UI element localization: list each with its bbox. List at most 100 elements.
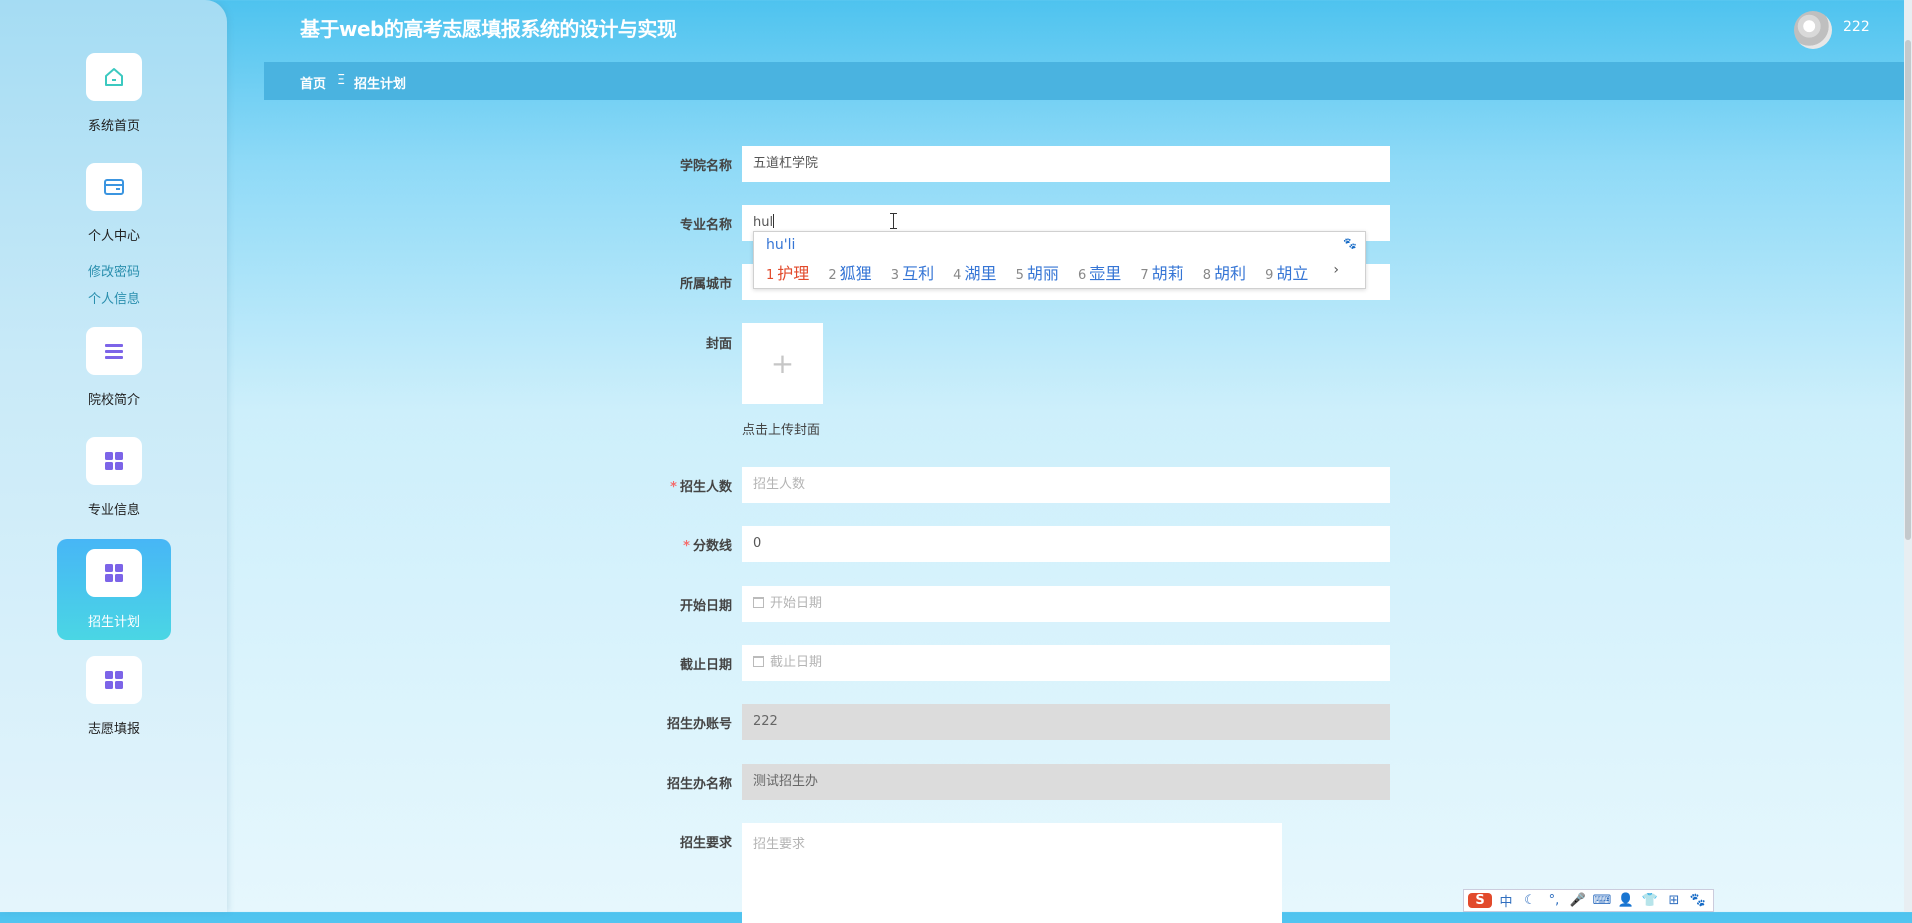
home-icon [86,53,142,101]
breadcrumb: 首页 Ξ 招生计划 [264,62,1904,100]
start-date-input[interactable]: 开始日期 [742,586,1390,622]
score-line-label: * 分数线 [612,535,732,554]
breadcrumb-current: 招生计划 [354,77,407,92]
skin-icon[interactable]: 👕 [1640,893,1660,908]
required-mark: * [670,480,677,495]
candidate-text: 湖里 [964,264,997,283]
candidate-text: 胡丽 [1026,264,1059,283]
wallet-icon [86,163,142,211]
ime-composition: hu'li [766,237,796,253]
ime-candidate[interactable]: 7 胡莉 [1140,264,1183,283]
end-date-placeholder: 截止日期 [770,655,823,670]
candidate-text: 胡莉 [1151,264,1184,283]
sidebar-item-label: 专业信息 [87,503,140,518]
grid-icon [86,437,142,485]
sogou-logo-icon[interactable]: S [1468,893,1492,908]
candidate-number: 3 [890,268,900,283]
ime-candidate[interactable]: 3 互利 [891,264,934,283]
ime-logo-icon: 🐾 [1343,237,1357,250]
grid-icon [86,549,142,597]
sidebar-link-change-password[interactable]: 修改密码 [57,261,171,280]
enroll-count-label: * 招生人数 [612,476,732,495]
candidate-number: 8 [1202,268,1212,283]
ime-candidate[interactable]: 4 湖里 [953,264,996,283]
start-date-placeholder: 开始日期 [770,596,823,611]
sidebar-item-label: 志愿填报 [87,722,140,737]
ime-next-page-button[interactable]: › [1333,262,1339,278]
chinese-mode-button[interactable]: 中 [1496,891,1516,910]
enroll-count-input[interactable]: 招生人数 [742,467,1390,503]
scrollbar-thumb[interactable] [1905,40,1911,540]
calendar-icon [753,656,764,667]
requirements-label: 招生要求 [679,836,732,851]
sidebar-item-label: 个人中心 [87,229,140,244]
candidate-number: 5 [1015,268,1024,283]
city-label: 所属城市 [679,277,732,292]
ime-candidate[interactable]: 2 狐狸 [828,264,871,283]
enroll-count-placeholder: 招生人数 [753,477,806,492]
mascot-icon[interactable]: 🐾 [1688,893,1708,908]
grid-icon [86,656,142,704]
candidate-number: 7 [1140,268,1149,283]
ime-candidate-list: 1 护理 2 狐狸 3 互利 4 湖里 5 胡丽 6 壶里 7 胡莉 8 胡利 9 胡立 [766,260,1322,284]
cover-upload[interactable]: + [742,323,823,404]
ime-candidate[interactable]: 1 护理 [766,264,809,283]
cover-upload-hint: 点击上传封面 [742,423,821,438]
sidebar-item-application[interactable]: 志愿填报 [57,656,171,737]
candidate-text: 互利 [902,264,935,283]
ime-candidate-window: hu'li 🐾 1 护理 2 狐狸 3 互利 4 湖里 5 胡丽 6 壶里 7 胡莉 8 胡利 … [753,231,1366,289]
enroll-count-label-text: 招生人数 [679,480,732,495]
office-name-input: 测试招生办 [742,764,1390,800]
text-cursor-icon [890,213,897,229]
breadcrumb-separator: Ξ [337,73,346,88]
office-name-label: 招生办名称 [666,777,732,792]
candidate-number: 4 [953,268,962,283]
requirements-textarea[interactable]: 招生要求 [742,823,1282,923]
office-account-label: 招生办账号 [666,717,732,732]
list-icon [86,327,142,375]
ime-candidate[interactable]: 6 壶里 [1078,264,1121,283]
candidate-number: 6 [1077,268,1087,283]
user-icon[interactable]: 👤 [1616,893,1636,908]
sidebar-item-label: 招生计划 [87,615,140,630]
requirements-placeholder: 招生要求 [753,837,806,852]
score-line-label-text: 分数线 [692,539,732,554]
office-account-input: 222 [742,704,1390,740]
keyboard-icon[interactable]: ⌨ [1592,893,1612,908]
score-line-input[interactable]: 0 [742,526,1390,562]
avatar[interactable] [1794,11,1832,49]
ime-candidate[interactable]: 5 胡丽 [1016,264,1059,283]
sidebar-item-major-info[interactable]: 专业信息 [57,437,171,518]
candidate-text: 胡利 [1214,264,1247,283]
sidebar-item-enrollment-plan[interactable]: 招生计划 [57,539,171,640]
candidate-number: 2 [828,268,837,283]
toolbox-icon[interactable]: ⊞ [1664,893,1684,908]
punctuation-icon[interactable]: °, [1544,893,1564,908]
username[interactable]: 222 [1843,19,1870,35]
moon-icon[interactable]: ☾ [1520,893,1540,908]
sidebar-item-label: 系统首页 [87,119,140,134]
breadcrumb-home[interactable]: 首页 [300,73,326,92]
microphone-icon[interactable]: 🎤 [1568,893,1588,908]
end-date-label: 截止日期 [679,658,732,673]
sidebar-item-home[interactable]: 系统首页 [57,53,171,134]
ime-toolbar: S 中 ☾ °, 🎤 ⌨ 👤 👕 ⊞ 🐾 [1463,889,1714,912]
candidate-text: 护理 [777,264,810,283]
sidebar-link-personal-info[interactable]: 个人信息 [57,288,171,307]
college-name-input[interactable]: 五道杠学院 [742,146,1390,182]
major-name-value: hul [753,215,774,230]
calendar-icon [753,597,764,608]
candidate-text: 胡立 [1276,264,1309,283]
sidebar-item-label: 院校简介 [87,393,140,408]
required-mark: * [683,539,690,554]
candidate-text: 壶里 [1089,264,1122,283]
sidebar-item-college-intro[interactable]: 院校简介 [57,327,171,408]
start-date-label: 开始日期 [679,599,732,614]
candidate-number: 1 [766,268,775,283]
plus-icon: + [770,347,795,380]
sidebar-item-profile[interactable]: 个人中心 [57,163,171,244]
sidebar: 系统首页 个人中心 修改密码 个人信息 院校简介 专业信息 招生计划 志愿填报 [0,0,227,912]
ime-candidate[interactable]: 9 胡立 [1265,264,1308,283]
end-date-input[interactable]: 截止日期 [742,645,1390,681]
ime-candidate[interactable]: 8 胡利 [1203,264,1246,283]
